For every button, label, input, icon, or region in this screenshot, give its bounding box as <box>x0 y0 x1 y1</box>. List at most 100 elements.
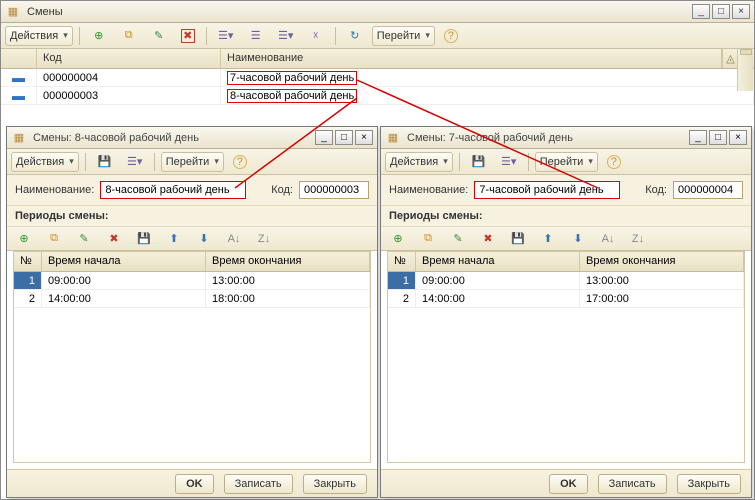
move-up-button[interactable]: ⬆ <box>161 229 187 249</box>
col-num[interactable]: № <box>14 252 42 271</box>
add-row-button[interactable]: ⊕ <box>11 229 37 249</box>
save-button[interactable]: 💾 <box>92 152 118 172</box>
sort-asc-button[interactable]: A↓ <box>595 229 621 249</box>
help-button[interactable]: ? <box>439 26 463 46</box>
write-button[interactable]: Записать <box>598 474 667 494</box>
delete-row-button[interactable]: ✖ <box>475 229 501 249</box>
actions-menu[interactable]: Действия ▾ <box>385 152 453 172</box>
periods-row[interactable]: 1 09:00:00 13:00:00 <box>14 272 370 290</box>
delete-row-button[interactable]: ✖ <box>101 229 127 249</box>
close-button[interactable]: Закрыть <box>677 474 741 494</box>
shift-editor-window-8h: ▦ Смены: 8-часовой рабочий день _ □ × Де… <box>6 126 378 498</box>
copy-row-button[interactable]: ⧉ <box>415 229 441 249</box>
grid-header-blank[interactable] <box>1 49 37 68</box>
report-button[interactable]: ☰▾ <box>122 152 148 172</box>
move-up-button[interactable]: ⬆ <box>535 229 561 249</box>
help-button[interactable]: ? <box>602 152 626 172</box>
sort-asc-button[interactable]: A↓ <box>221 229 247 249</box>
save-button[interactable]: 💾 <box>466 152 492 172</box>
sort-desc-button[interactable]: Z↓ <box>251 229 277 249</box>
actions-menu[interactable]: Действия▾ <box>11 152 79 172</box>
col-start[interactable]: Время начала <box>416 252 580 271</box>
close-button[interactable]: × <box>732 4 750 19</box>
name-input[interactable] <box>100 181 246 199</box>
add-copy-button[interactable]: ⧉ <box>116 26 142 46</box>
edit-button[interactable]: ✎ <box>146 26 172 46</box>
name-input[interactable] <box>474 181 620 199</box>
col-num[interactable]: № <box>388 252 416 271</box>
main-grid-header: Код Наименование ◬ ☰ <box>1 49 754 69</box>
col-end[interactable]: Время окончания <box>580 252 744 271</box>
code-input[interactable] <box>299 181 369 199</box>
window-controls: _ □ × <box>692 4 750 19</box>
edit-row-button[interactable]: ✎ <box>445 229 471 249</box>
sub-title-text: Смены: 7-часовой рабочий день <box>407 132 683 144</box>
chevron-down-icon: ▾ <box>443 156 448 167</box>
table-row[interactable]: ▬ 000000004 7-часовой рабочий день <box>1 69 754 87</box>
go-label: Перейти <box>540 156 584 168</box>
maximize-button[interactable]: □ <box>712 4 730 19</box>
scrollbar[interactable] <box>737 49 753 91</box>
maximize-button[interactable]: □ <box>335 130 353 145</box>
close-button[interactable]: × <box>729 130 747 145</box>
list-icon: ▦ <box>5 4 21 20</box>
filter3-button[interactable]: ☰▾ <box>273 26 299 46</box>
actions-label: Действия <box>390 156 438 168</box>
periods-toolbar: ⊕ ⧉ ✎ ✖ 💾 ⬆ ⬇ A↓ Z↓ <box>381 227 751 251</box>
save-grid-button[interactable]: 💾 <box>131 229 157 249</box>
refresh-button[interactable]: ↻ <box>342 26 368 46</box>
periods-row[interactable]: 2 14:00:00 17:00:00 <box>388 290 744 308</box>
actions-menu[interactable]: Действия ▾ <box>5 26 73 46</box>
close-button[interactable]: × <box>355 130 373 145</box>
go-menu[interactable]: Перейти▾ <box>161 152 224 172</box>
form-row: Наименование: Код: <box>381 175 751 206</box>
report-button[interactable]: ☰▾ <box>496 152 522 172</box>
periods-row[interactable]: 2 14:00:00 18:00:00 <box>14 290 370 308</box>
actions-label: Действия <box>10 30 58 42</box>
col-start[interactable]: Время начала <box>42 252 206 271</box>
cell-code: 000000004 <box>37 69 221 86</box>
clear-filter-button[interactable]: ☓ <box>303 26 329 46</box>
close-button[interactable]: Закрыть <box>303 474 367 494</box>
copy-row-button[interactable]: ⧉ <box>41 229 67 249</box>
add-row-button[interactable]: ⊕ <box>385 229 411 249</box>
grid-header-name[interactable]: Наименование <box>221 49 722 68</box>
main-titlebar: ▦ Смены _ □ × <box>1 1 754 23</box>
separator <box>335 27 336 45</box>
move-down-button[interactable]: ⬇ <box>191 229 217 249</box>
table-row[interactable]: ▬ 000000003 8-часовой рабочий день <box>1 87 754 105</box>
filter2-button[interactable]: ☰ <box>243 26 269 46</box>
actions-label: Действия <box>16 156 64 168</box>
highlighted-name: 7-часовой рабочий день <box>227 71 357 85</box>
minimize-button[interactable]: _ <box>315 130 333 145</box>
add-button[interactable]: ⊕ <box>86 26 112 46</box>
periods-section-label: Периоды смены: <box>381 206 751 227</box>
periods-row[interactable]: 1 09:00:00 13:00:00 <box>388 272 744 290</box>
filter1-button[interactable]: ☰▾ <box>213 26 239 46</box>
go-label: Перейти <box>166 156 210 168</box>
minimize-button[interactable]: _ <box>692 4 710 19</box>
go-label: Перейти <box>377 30 421 42</box>
save-grid-button[interactable]: 💾 <box>505 229 531 249</box>
col-end[interactable]: Время окончания <box>206 252 370 271</box>
help-button[interactable]: ? <box>228 152 252 172</box>
sort-desc-button[interactable]: Z↓ <box>625 229 651 249</box>
ok-button[interactable]: OK <box>175 474 214 494</box>
cell-name: 7-часовой рабочий день <box>221 69 754 86</box>
periods-grid-header: № Время начала Время окончания <box>388 252 744 272</box>
edit-row-button[interactable]: ✎ <box>71 229 97 249</box>
code-input[interactable] <box>673 181 743 199</box>
maximize-button[interactable]: □ <box>709 130 727 145</box>
cell-start: 09:00:00 <box>42 272 206 289</box>
go-menu[interactable]: Перейти ▾ <box>372 26 435 46</box>
main-toolbar: Действия ▾ ⊕ ⧉ ✎ ✖ ☰▾ ☰ ☰▾ ☓ ↻ Перейти ▾… <box>1 23 754 49</box>
go-menu[interactable]: Перейти▾ <box>535 152 598 172</box>
delete-button[interactable]: ✖ <box>176 26 200 46</box>
separator <box>85 153 86 171</box>
sort-indicator-icon[interactable]: ◬ <box>722 49 738 68</box>
grid-header-code[interactable]: Код <box>37 49 221 68</box>
move-down-button[interactable]: ⬇ <box>565 229 591 249</box>
ok-button[interactable]: OK <box>549 474 588 494</box>
minimize-button[interactable]: _ <box>689 130 707 145</box>
write-button[interactable]: Записать <box>224 474 293 494</box>
